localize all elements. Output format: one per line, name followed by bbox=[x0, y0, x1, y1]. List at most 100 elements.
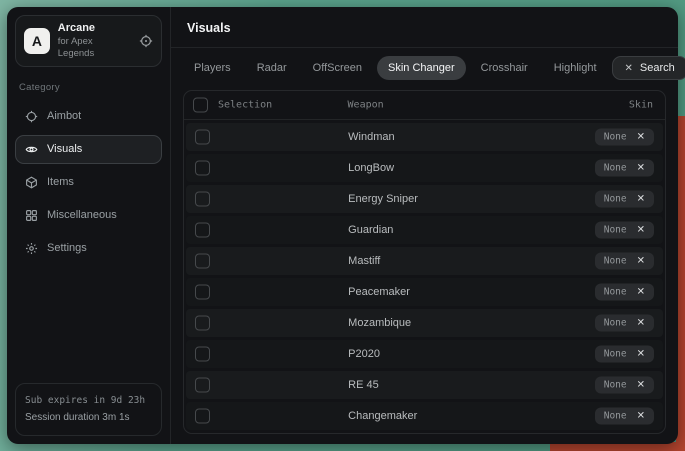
table-header: Selection Weapon Skin bbox=[184, 91, 665, 120]
sidebar-item-visuals[interactable]: Visuals bbox=[15, 135, 162, 164]
skin-select-badge[interactable]: None ✕ bbox=[595, 253, 654, 270]
search-button-icon: ✕ bbox=[625, 63, 633, 74]
tab-crosshair[interactable]: Crosshair bbox=[470, 56, 539, 80]
clear-skin-icon[interactable]: ✕ bbox=[637, 194, 645, 204]
skin-value: None bbox=[604, 380, 627, 391]
category-label: Category bbox=[19, 82, 158, 93]
skin-select-badge[interactable]: None ✕ bbox=[595, 160, 654, 177]
sidebar-item-miscellaneous[interactable]: Miscellaneous bbox=[15, 201, 162, 230]
row-checkbox[interactable] bbox=[195, 285, 210, 300]
sidebar-item-label: Aimbot bbox=[47, 110, 81, 122]
clear-skin-icon[interactable]: ✕ bbox=[637, 256, 645, 266]
weapon-name: Windman bbox=[348, 131, 394, 143]
weapon-name: P2020 bbox=[348, 348, 380, 360]
app-logo: A bbox=[24, 28, 50, 54]
clear-skin-icon[interactable]: ✕ bbox=[637, 411, 645, 421]
weapon-name: LongBow bbox=[348, 162, 394, 174]
skin-value: None bbox=[604, 287, 627, 298]
weapon-name: Mastiff bbox=[348, 255, 380, 267]
skin-select-badge[interactable]: None ✕ bbox=[595, 377, 654, 394]
clear-skin-icon[interactable]: ✕ bbox=[637, 287, 645, 297]
skin-value: None bbox=[604, 225, 627, 236]
sub-expiry-text: Sub expires in 9d 23h bbox=[25, 392, 152, 409]
row-checkbox[interactable] bbox=[195, 130, 210, 145]
table-row: Mastiff None ✕ bbox=[186, 247, 663, 275]
sidebar-item-label: Settings bbox=[47, 242, 87, 254]
table-row: Guardian None ✕ bbox=[186, 216, 663, 244]
gear-icon bbox=[25, 242, 38, 255]
row-checkbox[interactable] bbox=[195, 316, 210, 331]
tab-players[interactable]: Players bbox=[183, 56, 242, 80]
skin-select-badge[interactable]: None ✕ bbox=[595, 222, 654, 239]
table-rows: Windman None ✕ LongBow None ✕ bbox=[184, 120, 665, 433]
row-checkbox[interactable] bbox=[195, 378, 210, 393]
row-checkbox[interactable] bbox=[195, 409, 210, 424]
layout-grid-icon bbox=[25, 209, 38, 222]
row-checkbox[interactable] bbox=[195, 161, 210, 176]
skin-select-badge[interactable]: None ✕ bbox=[595, 408, 654, 425]
clear-skin-icon[interactable]: ✕ bbox=[637, 225, 645, 235]
skin-value: None bbox=[604, 411, 627, 422]
sidebar-item-label: Items bbox=[47, 176, 74, 188]
tab-skin-changer[interactable]: Skin Changer bbox=[377, 56, 466, 80]
weapon-column-header: Weapon bbox=[348, 100, 384, 111]
skin-table: Selection Weapon Skin Windman None ✕ Lon… bbox=[183, 90, 666, 434]
search-button-label: Search bbox=[640, 62, 675, 74]
skin-value: None bbox=[604, 194, 627, 205]
weapon-name: Energy Sniper bbox=[348, 193, 418, 205]
clear-skin-icon[interactable]: ✕ bbox=[637, 163, 645, 173]
tabs-bar: Players Radar OffScreen Skin Changer Cro… bbox=[171, 48, 678, 86]
sidebar-item-settings[interactable]: Settings bbox=[15, 234, 162, 263]
sidebar-item-items[interactable]: Items bbox=[15, 168, 162, 197]
skin-value: None bbox=[604, 256, 627, 267]
row-checkbox[interactable] bbox=[195, 347, 210, 362]
sidebar-item-aimbot[interactable]: Aimbot bbox=[15, 102, 162, 131]
clear-skin-icon[interactable]: ✕ bbox=[637, 318, 645, 328]
row-checkbox[interactable] bbox=[195, 192, 210, 207]
search-button[interactable]: ✕ Search bbox=[612, 56, 685, 80]
table-row: LongBow None ✕ bbox=[186, 154, 663, 182]
weapon-name: Peacemaker bbox=[348, 286, 410, 298]
tab-offscreen[interactable]: OffScreen bbox=[302, 56, 373, 80]
skin-select-badge[interactable]: None ✕ bbox=[595, 315, 654, 332]
weapon-name: Mozambique bbox=[348, 317, 411, 329]
clear-skin-icon[interactable]: ✕ bbox=[637, 132, 645, 142]
sidebar-item-label: Visuals bbox=[47, 143, 82, 155]
skin-select-badge[interactable]: None ✕ bbox=[595, 129, 654, 146]
crosshair-target-icon[interactable] bbox=[139, 34, 153, 48]
table-row: Energy Sniper None ✕ bbox=[186, 185, 663, 213]
app-name: Arcane bbox=[58, 22, 131, 36]
row-checkbox[interactable] bbox=[195, 254, 210, 269]
table-row: RE 45 None ✕ bbox=[186, 371, 663, 399]
select-all-checkbox[interactable] bbox=[193, 98, 208, 113]
skin-value: None bbox=[604, 163, 627, 174]
main-panel: Visuals Players Radar OffScreen Skin Cha… bbox=[171, 7, 678, 444]
tab-highlight[interactable]: Highlight bbox=[543, 56, 608, 80]
sidebar-item-label: Miscellaneous bbox=[47, 209, 117, 221]
eye-icon bbox=[25, 143, 38, 156]
skin-select-badge[interactable]: None ✕ bbox=[595, 191, 654, 208]
table-row: Peacemaker None ✕ bbox=[186, 278, 663, 306]
weapon-name: Guardian bbox=[348, 224, 393, 236]
app-header-card: A Arcane for Apex Legends bbox=[15, 15, 162, 67]
clear-skin-icon[interactable]: ✕ bbox=[637, 380, 645, 390]
row-checkbox[interactable] bbox=[195, 223, 210, 238]
tab-radar[interactable]: Radar bbox=[246, 56, 298, 80]
table-row: Windman None ✕ bbox=[186, 123, 663, 151]
page-title: Visuals bbox=[187, 21, 231, 35]
app-subtitle: for Apex Legends bbox=[58, 36, 131, 60]
table-row: Changemaker None ✕ bbox=[186, 402, 663, 430]
main-titlebar: Visuals bbox=[171, 7, 678, 48]
sidebar: A Arcane for Apex Legends Category Aimbo… bbox=[7, 7, 171, 444]
skin-select-badge[interactable]: None ✕ bbox=[595, 346, 654, 363]
clear-skin-icon[interactable]: ✕ bbox=[637, 349, 645, 359]
subscription-info-card: Sub expires in 9d 23h Session duration 3… bbox=[15, 383, 162, 436]
session-duration-text: Session duration 3m 1s bbox=[25, 409, 152, 427]
weapon-name: Changemaker bbox=[348, 410, 417, 422]
skin-select-badge[interactable]: None ✕ bbox=[595, 284, 654, 301]
weapon-name: RE 45 bbox=[348, 379, 379, 391]
app-window: A Arcane for Apex Legends Category Aimbo… bbox=[7, 7, 678, 444]
table-row: P2020 None ✕ bbox=[186, 340, 663, 368]
crosshair-icon bbox=[25, 110, 38, 123]
skin-value: None bbox=[604, 318, 627, 329]
